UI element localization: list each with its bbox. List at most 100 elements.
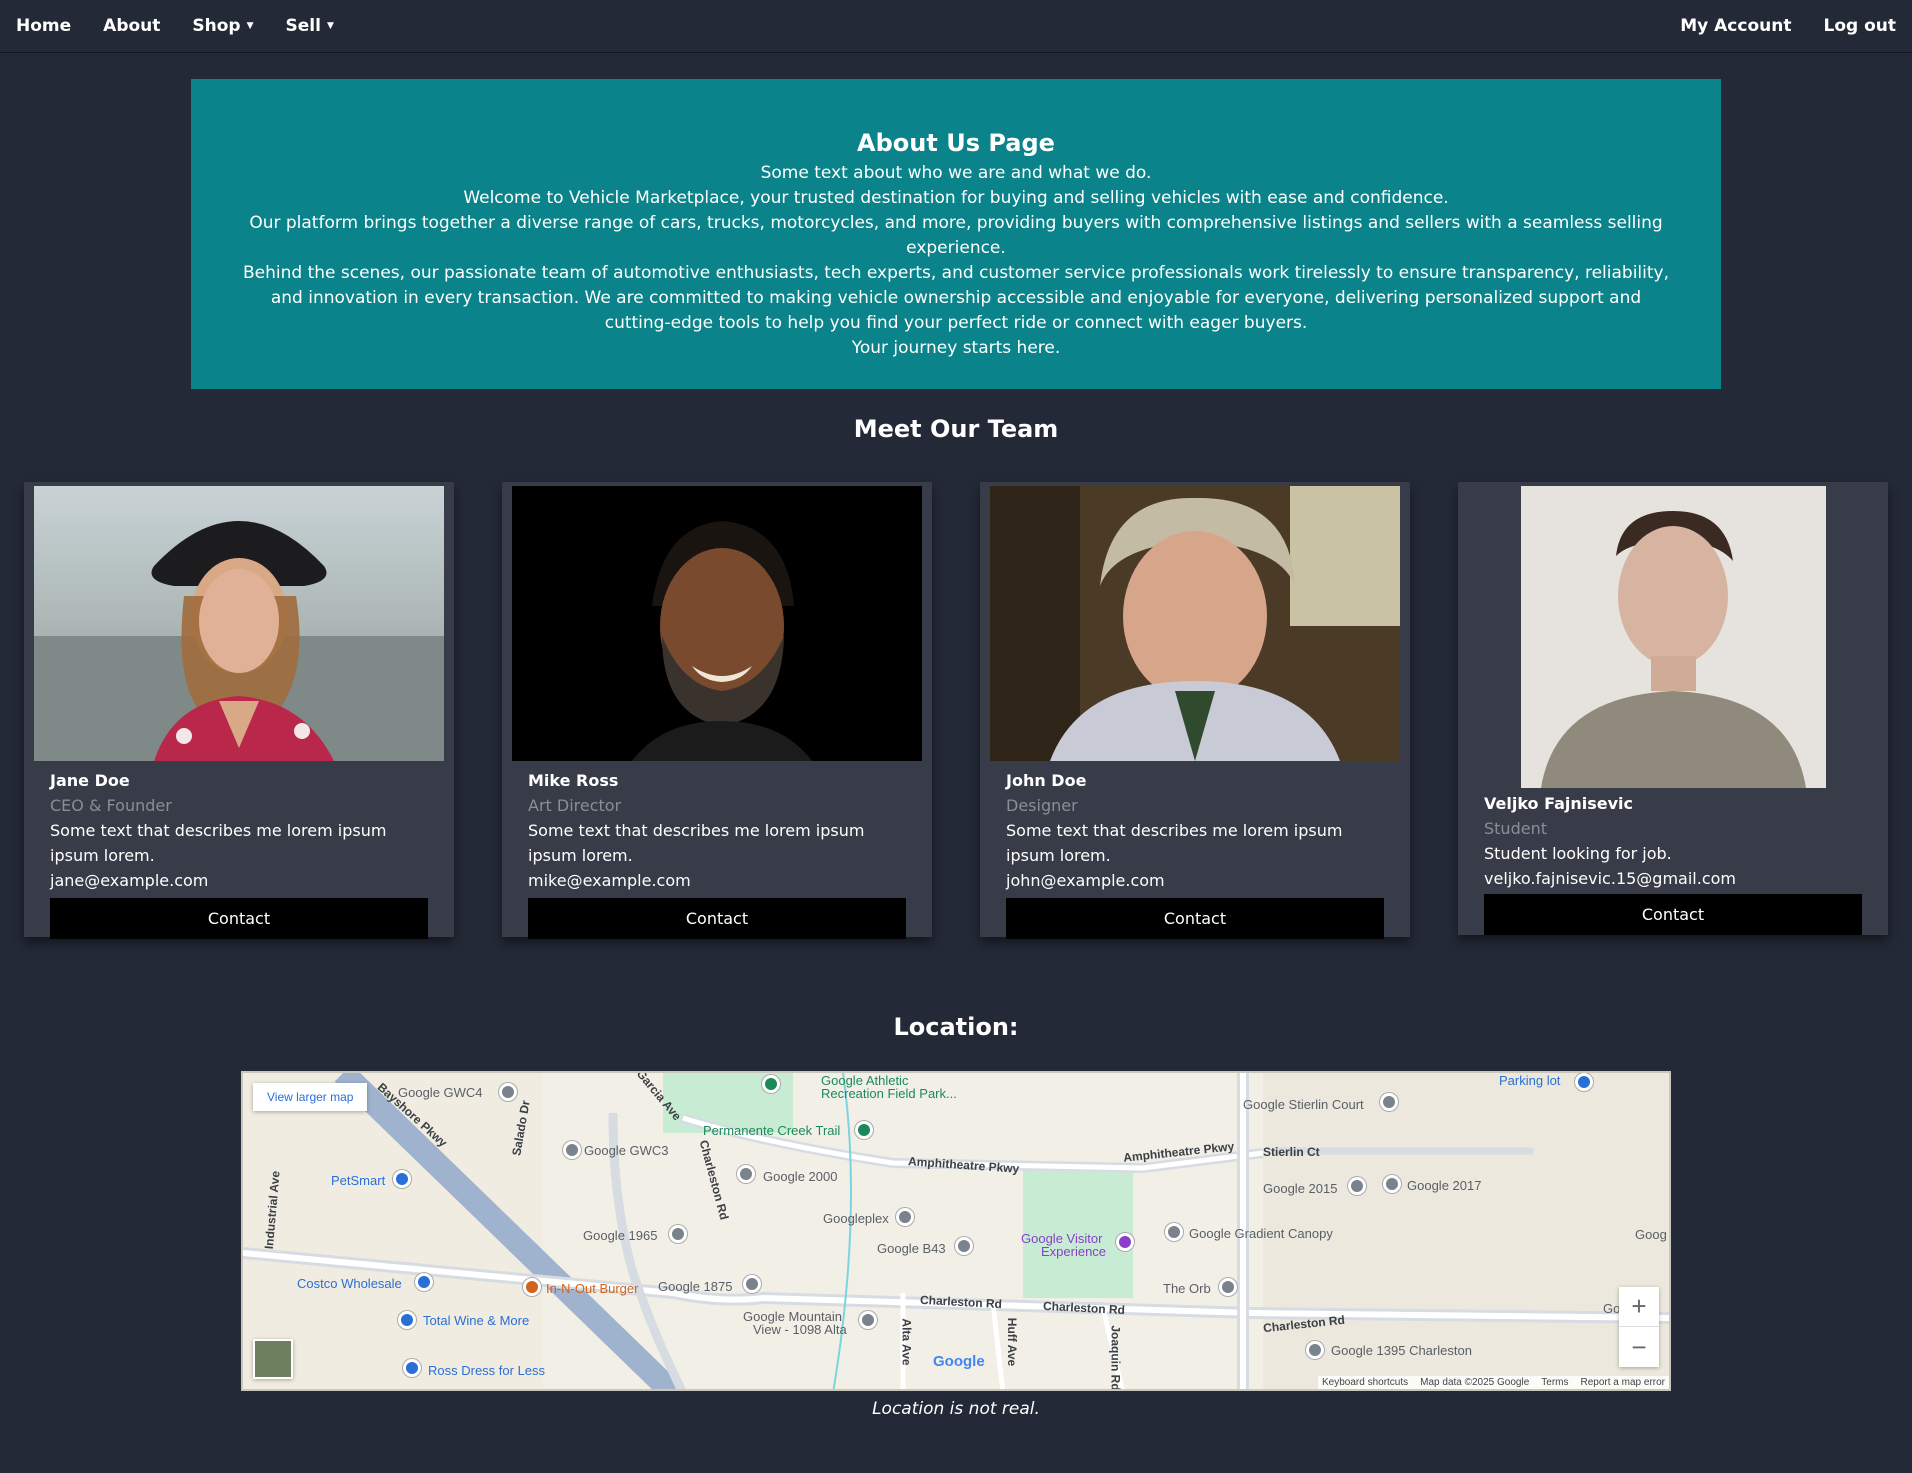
place-pin-icon[interactable] xyxy=(955,1237,973,1255)
place-pin-icon[interactable] xyxy=(1306,1341,1324,1359)
nav-shop-label: Shop xyxy=(192,16,241,36)
map-label: Google 2017 xyxy=(1407,1178,1482,1193)
map-label: Stierlin Ct xyxy=(1263,1145,1320,1159)
place-pin-icon[interactable] xyxy=(1380,1093,1398,1111)
place-pin-icon[interactable] xyxy=(1165,1223,1183,1241)
nav-left: Home About Shop ▼ Sell ▼ xyxy=(16,16,334,36)
map-label: Joaquin Rd xyxy=(1108,1325,1123,1391)
map-label: The Orb xyxy=(1163,1281,1211,1296)
member-name: Jane Doe xyxy=(50,771,130,790)
place-pin-icon[interactable] xyxy=(743,1275,761,1293)
map-label: Google Gradient Canopy xyxy=(1189,1226,1333,1241)
navbar: Home About Shop ▼ Sell ▼ My Account Log … xyxy=(0,0,1912,53)
map-label: PetSmart xyxy=(331,1173,386,1188)
hero-behind: Behind the scenes, our passionate team o… xyxy=(243,263,1669,333)
member-email: jane@example.com xyxy=(50,871,209,890)
map-label: Google B43 xyxy=(877,1241,946,1256)
hero-subtitle: Some text about who we are and what we d… xyxy=(760,163,1152,183)
place-pin-icon[interactable] xyxy=(499,1083,517,1101)
caret-down-icon: ▼ xyxy=(326,21,334,31)
team-photo-jane xyxy=(34,486,444,761)
map-label: Google 1875 xyxy=(658,1279,733,1294)
member-name: John Doe xyxy=(1006,771,1087,790)
map-label: Huff Ave xyxy=(1005,1317,1020,1367)
location-title: Location: xyxy=(893,1013,1019,1041)
report-error-link[interactable]: Report a map error xyxy=(1581,1377,1665,1388)
attraction-pin-icon[interactable] xyxy=(1116,1233,1134,1251)
nav-home-link[interactable]: Home xyxy=(16,16,71,36)
parking-pin-icon[interactable] xyxy=(1575,1073,1593,1091)
google-logo-text: Google xyxy=(933,1353,985,1370)
shopping-pin-icon[interactable] xyxy=(403,1359,421,1377)
hero-welcome: Welcome to Vehicle Marketplace, your tru… xyxy=(463,188,1449,208)
contact-button[interactable]: Contact xyxy=(1006,898,1384,939)
place-pin-icon[interactable] xyxy=(896,1208,914,1226)
nav-logout-link[interactable]: Log out xyxy=(1823,16,1896,36)
team-card: John Doe Designer Some text that describ… xyxy=(980,482,1410,939)
park-pin-icon[interactable] xyxy=(762,1075,780,1093)
nav-sell-dropdown[interactable]: Sell ▼ xyxy=(286,16,334,36)
hero-platform: Our platform brings together a diverse r… xyxy=(249,213,1663,258)
zoom-out-button[interactable]: − xyxy=(1619,1327,1659,1367)
contact-button[interactable]: Contact xyxy=(528,898,906,939)
map-label: Go xyxy=(1603,1301,1621,1316)
satellite-toggle-button[interactable] xyxy=(253,1339,293,1379)
card-body: Jane Doe CEO & Founder Some text that de… xyxy=(50,768,428,939)
google-logo: Google xyxy=(933,1353,985,1370)
team-photo-mike xyxy=(512,486,922,761)
contact-button[interactable]: Contact xyxy=(50,898,428,939)
shopping-pin-icon[interactable] xyxy=(415,1273,433,1291)
place-pin-icon[interactable] xyxy=(563,1141,581,1159)
map-label: Permanente Creek Trail xyxy=(703,1123,841,1138)
place-pin-icon[interactable] xyxy=(1383,1175,1401,1193)
map-label: Google GWC4 xyxy=(398,1085,483,1100)
terms-link[interactable]: Terms xyxy=(1541,1377,1568,1388)
member-name: Veljko Fajnisevic xyxy=(1484,794,1634,813)
shopping-pin-icon[interactable] xyxy=(398,1311,416,1329)
map-label: Goog xyxy=(1635,1227,1667,1242)
team-photo-veljko xyxy=(1521,486,1826,788)
nav-sell-label: Sell xyxy=(285,16,321,36)
place-pin-icon[interactable] xyxy=(1219,1278,1237,1296)
map-label: Google Stierlin Court xyxy=(1243,1097,1364,1112)
place-pin-icon[interactable] xyxy=(1348,1177,1366,1195)
map-label: Ross Dress for Less xyxy=(428,1363,546,1378)
member-role: Student xyxy=(1484,819,1547,838)
zoom-in-button[interactable]: + xyxy=(1619,1287,1659,1327)
shopping-pin-icon[interactable] xyxy=(393,1170,411,1188)
trail-pin-icon[interactable] xyxy=(855,1121,873,1139)
card-body: Veljko Fajnisevic Student Student lookin… xyxy=(1484,791,1862,935)
keyboard-shortcuts-link[interactable]: Keyboard shortcuts xyxy=(1322,1377,1408,1388)
embedded-map[interactable]: View larger map Google GWC4 Bayshore Pkw… xyxy=(241,1071,1671,1391)
map-label: Google 1965 xyxy=(583,1228,658,1243)
view-larger-map-link[interactable]: View larger map xyxy=(253,1083,368,1111)
nav-my-account-link[interactable]: My Account xyxy=(1680,16,1791,36)
restaurant-pin-icon[interactable] xyxy=(523,1278,541,1296)
map-label: Parking lot xyxy=(1499,1073,1561,1088)
map-label: View - 1098 Alta xyxy=(753,1322,847,1337)
map-label: Recreation Field Park... xyxy=(821,1086,957,1101)
contact-button[interactable]: Contact xyxy=(1484,894,1862,935)
map-label: Googleplex xyxy=(823,1211,889,1226)
team-card: Jane Doe CEO & Founder Some text that de… xyxy=(24,482,454,939)
team-card: Mike Ross Art Director Some text that de… xyxy=(502,482,932,939)
place-pin-icon[interactable] xyxy=(669,1225,687,1243)
caret-down-icon: ▼ xyxy=(246,21,254,31)
zoom-controls: + − xyxy=(1619,1287,1659,1367)
nav-about-link[interactable]: About xyxy=(103,16,160,36)
nav-shop-dropdown[interactable]: Shop ▼ xyxy=(192,16,253,36)
member-email: veljko.fajnisevic.15@gmail.com xyxy=(1484,869,1736,888)
map-label: Google GWC3 xyxy=(584,1143,669,1158)
page-title: About Us Page xyxy=(857,129,1055,157)
member-description: Student looking for job. xyxy=(1484,844,1672,863)
hero-journey: Your journey starts here. xyxy=(851,338,1061,358)
map-attribution: Keyboard shortcuts Map data ©2025 Google… xyxy=(1317,1376,1669,1389)
place-pin-icon[interactable] xyxy=(859,1311,877,1329)
member-name: Mike Ross xyxy=(528,771,619,790)
member-description: Some text that describes me lorem ipsum … xyxy=(50,821,387,865)
place-pin-icon[interactable] xyxy=(737,1165,755,1183)
team-photo-john xyxy=(990,486,1400,761)
card-body: John Doe Designer Some text that describ… xyxy=(1006,768,1384,939)
team-title: Meet Our Team xyxy=(853,415,1059,443)
map-label: In-N-Out Burger xyxy=(546,1281,639,1296)
